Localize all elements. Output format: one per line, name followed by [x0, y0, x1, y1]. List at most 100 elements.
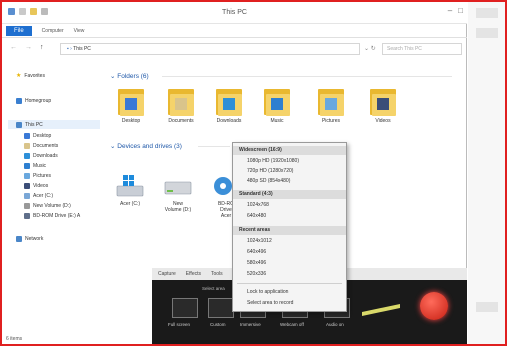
sidebar-item-desktop[interactable]: Desktop	[24, 133, 51, 139]
folder-pictures[interactable]: Pictures	[312, 86, 350, 124]
drive-icon	[24, 193, 30, 199]
navigation-pane: ★ Favorites Homegroup This PC Desktop Do…	[2, 60, 102, 320]
right-side-strip	[468, 2, 505, 344]
sidebar-item-homegroup[interactable]: Homegroup	[16, 98, 51, 104]
sidebar-item-acer-c[interactable]: Acer (C:)	[24, 193, 53, 199]
refresh-icon[interactable]: ⌄ ↻	[364, 45, 376, 52]
tab-tools[interactable]: Tools	[211, 271, 223, 277]
sidebar-item-music[interactable]: Music	[24, 163, 46, 169]
menu-item-recent-4[interactable]: 520x336	[247, 271, 266, 277]
window-title: This PC	[222, 9, 247, 16]
nav-buttons: ← → ↑	[10, 44, 44, 51]
menu-separator	[237, 283, 342, 284]
minimize-icon[interactable]: –	[448, 6, 452, 15]
full-screen-button[interactable]	[172, 298, 198, 318]
back-icon[interactable]: ←	[10, 44, 17, 51]
sidebar-item-bd-rom-e[interactable]: BD-ROM Drive (E:) A	[24, 213, 80, 219]
downloads-icon	[24, 153, 30, 159]
maximize-icon[interactable]: □	[458, 6, 463, 15]
folder-label: Videos	[375, 118, 391, 124]
sidebar-item-pictures[interactable]: Pictures	[24, 173, 51, 179]
folder-label: Music	[270, 118, 284, 124]
up-icon[interactable]: ↑	[40, 44, 44, 51]
disc-drive-icon	[24, 213, 30, 219]
title-bar: This PC – □	[2, 2, 467, 24]
ribbon-tabs: File Computer View	[2, 24, 467, 38]
menu-item-lock-to-application[interactable]: Lock to application	[247, 289, 288, 295]
sidebar-item-label: New Volume (D:)	[33, 203, 71, 209]
network-icon	[16, 236, 22, 242]
custom-label: Custom	[210, 322, 226, 327]
sidebar-item-label: Desktop	[33, 133, 52, 139]
sidebar-item-label: Documents	[33, 143, 59, 149]
folder-icon	[166, 86, 196, 116]
menu-group-header: Widescreen (16:9)	[233, 146, 346, 155]
sidebar-item-videos[interactable]: Videos	[24, 183, 48, 189]
select-area-heading: Select area	[202, 286, 225, 291]
folder-label: Documents	[168, 118, 194, 124]
sidebar-item-label: Acer (C:)	[33, 193, 53, 199]
drive-new-volume-d[interactable]: New Volume (D:)	[158, 162, 198, 219]
videos-icon	[24, 183, 30, 189]
menu-item-recent-1[interactable]: 1024x1012	[247, 238, 272, 244]
tab-effects[interactable]: Effects	[186, 271, 201, 277]
section-title: Devices and drives (3)	[117, 143, 182, 150]
folder-label: Desktop	[121, 118, 141, 124]
tab-computer[interactable]: Computer	[42, 28, 64, 34]
drive-label: New Volume (D:)	[164, 201, 192, 213]
folder-desktop[interactable]: Desktop	[112, 86, 150, 124]
search-input[interactable]: Search This PC	[382, 43, 462, 55]
menu-item-720p[interactable]: 720p HD (1280x720)	[247, 168, 293, 174]
folder-documents[interactable]: Documents	[162, 86, 200, 124]
menu-item-recent-2[interactable]: 640x496	[247, 249, 266, 255]
folder-icon	[214, 86, 244, 116]
sidebar-item-label: Homegroup	[25, 98, 52, 104]
menu-item-640x480[interactable]: 640x480	[247, 213, 266, 219]
address-row: ← → ↑ ▪ › This PC ⌄ ↻ Search This PC	[2, 40, 467, 58]
sidebar-item-this-pc[interactable]: This PC	[16, 122, 43, 128]
sidebar-item-new-volume-d[interactable]: New Volume (D:)	[24, 203, 71, 209]
drive-icon	[24, 203, 30, 209]
folder-icon	[262, 86, 292, 116]
sidebar-item-downloads[interactable]: Downloads	[24, 153, 58, 159]
menu-item-select-area[interactable]: Select area to record	[247, 300, 293, 306]
file-explorer-window: This PC – □ File Computer View ← → ↑ ▪ ›…	[2, 2, 467, 344]
folder-downloads[interactable]: Downloads	[210, 86, 248, 124]
menu-item-1080p[interactable]: 1080p HD (1920x1080)	[247, 158, 299, 164]
sidebar-item-documents[interactable]: Documents	[24, 143, 58, 149]
sidebar-item-label: Videos	[33, 183, 49, 189]
folder-videos[interactable]: Videos	[364, 86, 402, 124]
drive-acer-c[interactable]: Acer (C:)	[110, 162, 150, 213]
menu-item-480p[interactable]: 480p SD (854x480)	[247, 178, 290, 184]
audio-label: Audio on	[326, 322, 344, 327]
sidebar-item-label: BD-ROM Drive (E:) A	[33, 213, 81, 219]
record-button[interactable]	[420, 292, 448, 320]
pc-icon	[16, 122, 22, 128]
sidebar-item-network[interactable]: Network	[16, 236, 43, 242]
folder-music[interactable]: Music	[258, 86, 296, 124]
custom-area-button[interactable]	[208, 298, 234, 318]
sidebar-item-favorites[interactable]: ★ Favorites	[16, 72, 45, 80]
address-bar[interactable]: ▪ › This PC	[60, 43, 360, 55]
status-bar-count: 6 items	[6, 336, 23, 342]
menu-item-1024x768[interactable]: 1024x768	[247, 202, 269, 208]
drive-label: Acer (C:)	[120, 201, 140, 207]
section-divider	[198, 146, 230, 147]
window-controls: – □	[448, 6, 463, 15]
sidebar-item-label: Downloads	[33, 153, 58, 159]
folders-header[interactable]: ⌄ Folders (6)	[110, 72, 149, 80]
tab-view[interactable]: View	[74, 28, 85, 34]
folder-icon	[368, 86, 398, 116]
sidebar-item-label: This PC	[25, 122, 43, 128]
forward-icon[interactable]: →	[25, 44, 32, 51]
folder-icon	[116, 86, 146, 116]
volume-slider[interactable]	[362, 303, 400, 317]
tab-file[interactable]: File	[6, 25, 32, 36]
menu-item-recent-3[interactable]: 580x496	[247, 260, 266, 266]
area-size-menu: Widescreen (16:9) 1080p HD (1920x1080) 7…	[232, 142, 347, 312]
sidebar-item-label: Network	[25, 236, 44, 242]
full-screen-label: Full screen	[168, 322, 191, 327]
devices-header[interactable]: ⌄ Devices and drives (3)	[110, 142, 182, 150]
strip-block	[476, 28, 498, 38]
tab-capture[interactable]: Capture	[158, 271, 176, 277]
